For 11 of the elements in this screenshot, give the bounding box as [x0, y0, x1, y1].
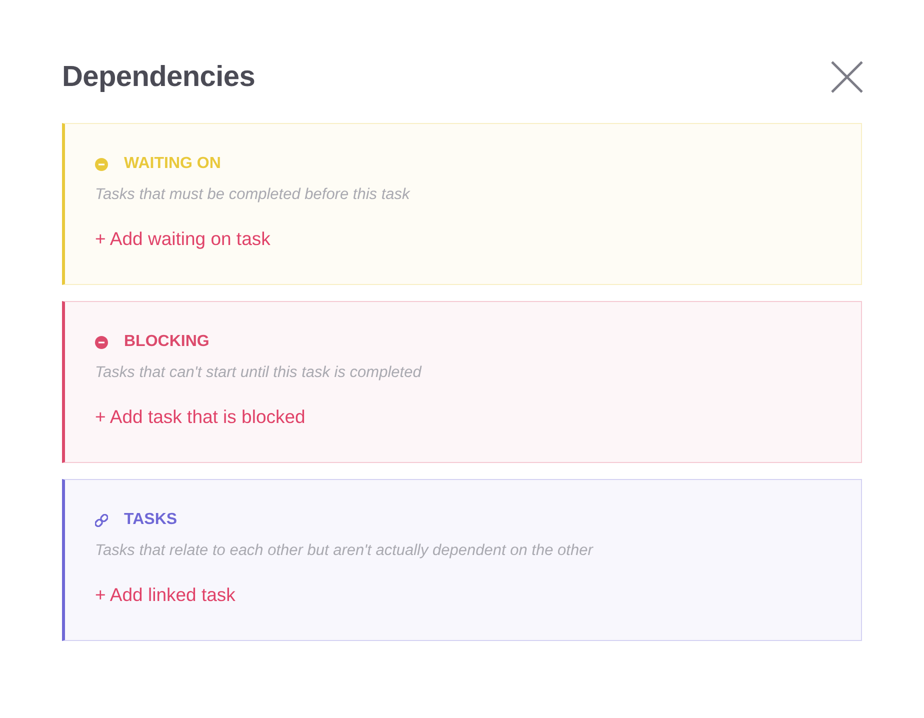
close-icon[interactable] — [830, 60, 864, 94]
section-heading: TASKS — [124, 511, 178, 529]
add-task-link[interactable]: + Add task that is blocked — [95, 406, 306, 428]
section-description: Tasks that can't start until this task is completed — [95, 364, 422, 382]
section-description: Tasks that relate to each other but aren't actually dependent on the other — [95, 542, 593, 560]
section-heading: BLOCKING — [124, 333, 210, 351]
add-task-link[interactable]: + Add waiting on task — [95, 228, 270, 250]
dialog-title: Dependencies — [62, 60, 256, 94]
section-heading: WAITING ON — [124, 155, 221, 173]
section-description: Tasks that must be completed before this task — [95, 186, 410, 204]
add-task-link[interactable]: + Add linked task — [95, 584, 236, 606]
